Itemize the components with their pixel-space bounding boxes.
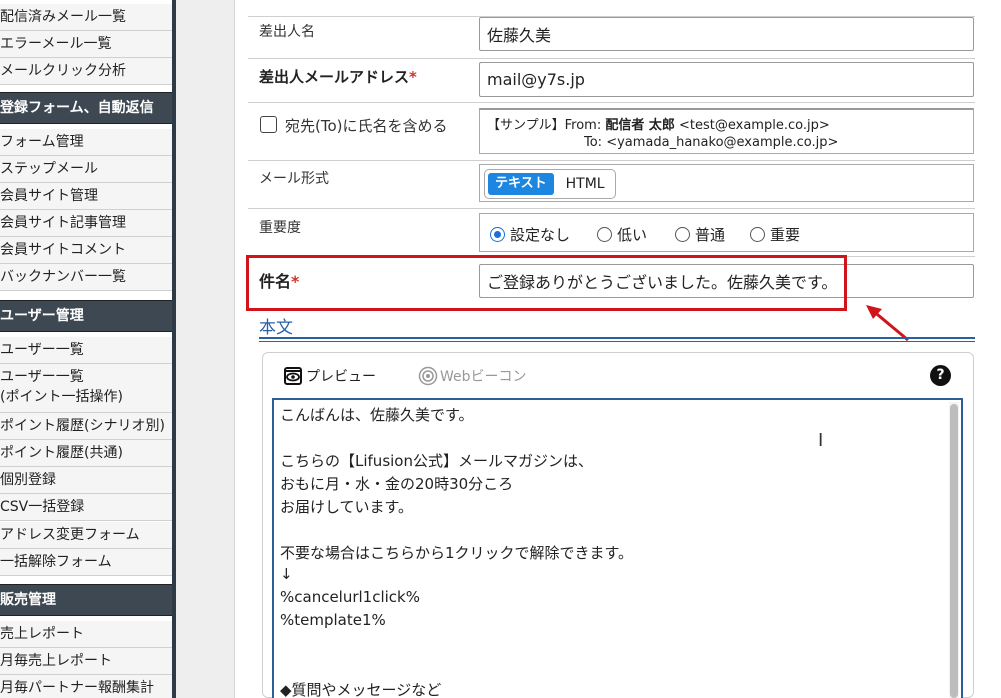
sidebar-item-individual-register[interactable]: 個別登録	[0, 467, 172, 494]
priority-none-label: 設定なし	[510, 226, 571, 244]
preview-from-address: <test@example.co.jp>	[674, 118, 830, 133]
sidebar-item-sent-mail-list[interactable]: 配信済みメール一覧	[0, 4, 172, 31]
sidebar-item-monthly-partner-report[interactable]: 月毎パートナー報酬集計	[0, 675, 172, 698]
preview-from-line: 【サンプル】From: 配信者 太郎 <test@example.co.jp>	[487, 114, 830, 133]
sidebar-item-monthly-sales-report[interactable]: 月毎売上レポート	[0, 648, 172, 675]
preview-to-line: To: <yamada_hanako@example.co.jp>	[584, 135, 839, 150]
radio-selected-icon[interactable]	[490, 227, 505, 242]
body-line: こちらの【Lifusion公式】メールマガジンは、	[280, 452, 593, 470]
sidebar-item-form-management[interactable]: フォーム管理	[0, 129, 172, 156]
body-line: こんばんは、佐藤久美です。	[280, 406, 474, 424]
preview-from-prefix: 【サンプル】From:	[487, 118, 606, 133]
sidebar-item-address-change-form[interactable]: アドレス変更フォーム	[0, 522, 172, 549]
beacon-icon	[418, 366, 438, 386]
radio-icon[interactable]	[597, 227, 612, 242]
radio-icon[interactable]	[750, 227, 765, 242]
body-line: ◆質問やメッセージなど	[280, 681, 442, 698]
sidebar-item-points-by-scenario[interactable]: ポイント履歴(シナリオ別)	[0, 413, 172, 440]
sidebar-item-csv-register[interactable]: CSV一括登録	[0, 494, 172, 521]
editor-scrollbar-thumb[interactable]	[950, 404, 958, 698]
preview-from-name: 配信者 太郎	[605, 118, 675, 133]
include-name-checkbox[interactable]	[260, 116, 277, 133]
sidebar-header-sales: 販売管理	[0, 584, 172, 616]
sidebar-item-bulk-unsubscribe-form[interactable]: 一括解除フォーム	[0, 549, 172, 576]
subject-highlight-annotation	[246, 255, 847, 311]
priority-option-normal[interactable]: 普通	[675, 224, 725, 245]
sender-email-label: 差出人メールアドレス*	[259, 66, 417, 87]
body-section-title: 本文	[259, 318, 293, 338]
web-beacon-tab-label: Webビーコン	[440, 369, 527, 385]
priority-option-low[interactable]: 低い	[597, 224, 647, 245]
radio-icon[interactable]	[675, 227, 690, 242]
priority-option-none[interactable]: 設定なし	[490, 224, 570, 245]
sender-email-field[interactable]: mail@y7s.jp	[479, 62, 974, 97]
body-line: お届けしています。	[280, 498, 414, 516]
body-title-divider	[259, 337, 975, 342]
include-name-label[interactable]: 宛先(To)に氏名を含める	[285, 115, 448, 136]
sidebar-header-users: ユーザー管理	[0, 300, 172, 332]
body-textarea[interactable]: こんばんは、佐藤久美です。 こちらの【Lifusion公式】メールマガジンは、 …	[272, 398, 963, 698]
priority-important-label: 重要	[770, 226, 801, 244]
format-text-option[interactable]: テキスト	[488, 173, 554, 195]
sender-name-field[interactable]: 佐藤久美	[479, 17, 974, 51]
header-preview-box: 【サンプル】From: 配信者 太郎 <test@example.co.jp> …	[479, 108, 974, 154]
sidebar-item-user-list[interactable]: ユーザー一覧	[0, 337, 172, 364]
sidebar-item-mail-click-analysis[interactable]: メールクリック分析	[0, 58, 172, 85]
priority-label: 重要度	[259, 220, 301, 236]
sidebar-item-sales-report[interactable]: 売上レポート	[0, 621, 172, 648]
priority-low-label: 低い	[617, 226, 648, 244]
sender-email-label-text: 差出人メールアドレス	[259, 68, 410, 86]
sidebar-item-member-comments[interactable]: 会員サイトコメント	[0, 237, 172, 264]
sidebar-item-step-mail[interactable]: ステップメール	[0, 156, 172, 183]
sender-name-label: 差出人名	[259, 24, 315, 40]
sidebar-item-backnumbers[interactable]: バックナンバー一覧	[0, 264, 172, 291]
web-beacon-tab[interactable]: Webビーコン	[418, 366, 527, 386]
body-line: %template1%	[280, 611, 386, 629]
body-line: 不要な場合はこちらから1クリックで解除できます。	[280, 544, 634, 562]
sidebar-item-error-mail-list[interactable]: エラーメール一覧	[0, 31, 172, 58]
mail-format-label: メール形式	[259, 171, 329, 187]
editor-scrollbar[interactable]	[949, 402, 959, 698]
priority-normal-label: 普通	[695, 226, 726, 244]
body-line: ↓	[280, 565, 293, 583]
preview-tab[interactable]: プレビュー	[284, 366, 376, 386]
sidebar-item-member-articles[interactable]: 会員サイト記事管理	[0, 210, 172, 237]
sidebar-edge	[172, 0, 176, 698]
body-line: おもに月・水・金の20時30分ころ	[280, 475, 514, 493]
text-cursor-icon: I	[818, 430, 824, 451]
priority-option-important[interactable]: 重要	[750, 224, 800, 245]
sidebar: 配信済みメール一覧 エラーメール一覧 メールクリック分析 登録フォーム、自動返信…	[0, 0, 176, 698]
required-mark: *	[409, 68, 417, 86]
help-icon[interactable]: ?	[930, 365, 951, 386]
format-html-option[interactable]: HTML	[554, 176, 605, 192]
body-line: %cancelurl1click%	[280, 588, 420, 606]
sidebar-item-member-site[interactable]: 会員サイト管理	[0, 183, 172, 210]
preview-tab-label: プレビュー	[306, 369, 376, 385]
sidebar-item-points-common[interactable]: ポイント履歴(共通)	[0, 440, 172, 467]
sidebar-item-user-list-points[interactable]: ユーザー一覧 (ポイント一括操作)	[0, 364, 172, 413]
eye-icon	[284, 367, 302, 385]
sidebar-header-forms: 登録フォーム、自動返信	[0, 92, 172, 124]
mail-format-toggle: テキスト HTML	[484, 169, 616, 199]
